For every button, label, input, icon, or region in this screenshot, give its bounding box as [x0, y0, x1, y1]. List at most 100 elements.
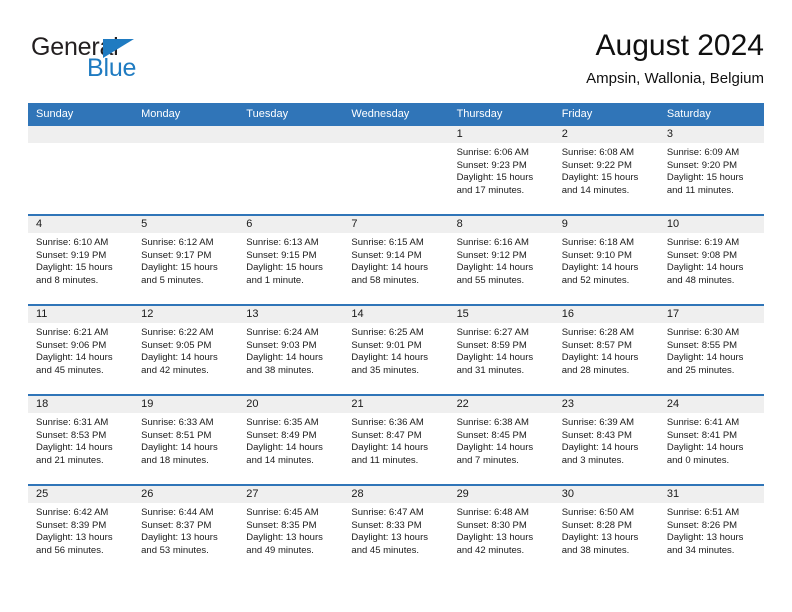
daylight-text: Daylight: 13 hours and 34 minutes.: [666, 532, 744, 556]
calendar-day-cell[interactable]: 22 Sunrise: 6:38 AM Sunset: 8:45 PM Dayligh…: [448, 394, 554, 485]
sunset-text: Sunset: 8:43 PM: [561, 429, 632, 441]
calendar-day-cell[interactable]: 23 Sunrise: 6:39 AM Sunset: 8:43 PM Dayligh…: [553, 394, 659, 485]
day-number: 31: [658, 486, 764, 503]
sunset-text: Sunset: 8:41 PM: [666, 429, 738, 441]
calendar-day-cell[interactable]: 29 Sunrise: 6:48 AM Sunset: 8:30 PM Dayligh…: [448, 484, 554, 574]
day-cell-inner: 28 Sunrise: 6:47 AM Sunset: 8:33 PM Dayligh…: [343, 486, 449, 574]
day-cell-inner: 4 Sunrise: 6:10 AM Sunset: 9:19 PM Daylight…: [28, 216, 134, 304]
day-number: 11: [28, 306, 134, 323]
brand-logo[interactable]: General Blue: [31, 34, 231, 90]
calendar-day-cell[interactable]: 10 Sunrise: 6:19 AM Sunset: 9:08 PM Dayligh…: [658, 214, 764, 305]
calendar-day-cell[interactable]: 19 Sunrise: 6:33 AM Sunset: 8:51 PM Dayligh…: [133, 394, 239, 485]
calendar-day-cell[interactable]: 5 Sunrise: 6:12 AM Sunset: 9:17 PM Daylight…: [133, 214, 239, 305]
calendar-day-cell[interactable]: 2 Sunrise: 6:08 AM Sunset: 9:22 PM Daylight…: [553, 126, 659, 215]
day-number: 23: [553, 396, 659, 413]
weekday-header-monday: Monday: [133, 103, 239, 126]
calendar-day-cell[interactable]: 27 Sunrise: 6:45 AM Sunset: 8:35 PM Dayligh…: [238, 484, 344, 574]
sunrise-text: Sunrise: 6:45 AM: [246, 507, 319, 518]
calendar-day-cell[interactable]: 24 Sunrise: 6:41 AM Sunset: 8:41 PM Dayligh…: [658, 394, 764, 485]
day-detail: Sunrise: 6:30 AM Sunset: 8:55 PM Daylight:…: [659, 323, 764, 377]
day-cell-inner: 13 Sunrise: 6:24 AM Sunset: 9:03 PM Dayligh…: [238, 306, 344, 394]
day-detail: Sunrise: 6:21 AM Sunset: 9:06 PM Daylight:…: [28, 323, 133, 377]
calendar-day-cell[interactable]: 30 Sunrise: 6:50 AM Sunset: 8:28 PM Dayligh…: [553, 484, 659, 574]
daylight-text: Daylight: 14 hours and 28 minutes.: [561, 352, 639, 376]
daylight-text: Daylight: 13 hours and 38 minutes.: [561, 532, 639, 556]
sunrise-text: Sunrise: 6:16 AM: [456, 237, 529, 248]
day-number: [133, 126, 239, 143]
sunrise-text: Sunrise: 6:50 AM: [561, 507, 635, 518]
calendar-day-cell[interactable]: 12 Sunrise: 6:22 AM Sunset: 9:05 PM Dayligh…: [133, 304, 239, 395]
day-detail: Sunrise: 6:09 AM Sunset: 9:20 PM Daylight:…: [659, 143, 764, 197]
calendar-day-cell[interactable]: 20 Sunrise: 6:35 AM Sunset: 8:49 PM Dayligh…: [238, 394, 344, 485]
calendar-day-cell[interactable]: 13 Sunrise: 6:24 AM Sunset: 9:03 PM Dayligh…: [238, 304, 344, 395]
page-header: General Blue August 2024 Ampsin, Walloni…: [28, 28, 764, 100]
page-subtitle: Ampsin, Wallonia, Belgium: [586, 70, 764, 87]
calendar-day-cell[interactable]: 18 Sunrise: 6:31 AM Sunset: 8:53 PM Dayligh…: [28, 394, 134, 485]
sunset-text: Sunset: 9:12 PM: [456, 249, 527, 261]
day-number: 27: [238, 486, 344, 503]
day-detail: Sunrise: 6:08 AM Sunset: 9:22 PM Daylight:…: [554, 143, 659, 197]
weekday-header-saturday: Saturday: [658, 103, 764, 126]
sunrise-text: Sunrise: 6:39 AM: [561, 417, 635, 428]
sunrise-text: Sunrise: 6:12 AM: [141, 237, 214, 248]
sunset-text: Sunset: 8:35 PM: [246, 519, 317, 531]
sunset-text: Sunset: 9:03 PM: [246, 339, 317, 351]
day-cell-inner: 30 Sunrise: 6:50 AM Sunset: 8:28 PM Dayligh…: [553, 486, 659, 574]
day-number: 5: [133, 216, 239, 233]
day-cell-inner: 6 Sunrise: 6:13 AM Sunset: 9:15 PM Daylight…: [238, 216, 344, 304]
sunset-text: Sunset: 8:57 PM: [561, 339, 632, 351]
sunset-text: Sunset: 8:28 PM: [561, 519, 632, 531]
sunrise-text: Sunrise: 6:38 AM: [456, 417, 529, 428]
weekday-header-thursday: Thursday: [448, 103, 554, 126]
day-cell-inner: [133, 126, 239, 214]
sunrise-text: Sunrise: 6:28 AM: [561, 327, 635, 338]
daylight-text: Daylight: 14 hours and 35 minutes.: [351, 352, 428, 376]
sunset-text: Sunset: 8:55 PM: [666, 339, 738, 351]
day-cell-inner: 24 Sunrise: 6:41 AM Sunset: 8:41 PM Dayligh…: [658, 396, 764, 484]
calendar-page: General Blue August 2024 Ampsin, Walloni…: [0, 0, 792, 612]
calendar-week-row: 11 Sunrise: 6:21 AM Sunset: 9:06 PM Dayligh…: [28, 304, 764, 395]
calendar-day-cell[interactable]: 1 Sunrise: 6:06 AM Sunset: 9:23 PM Daylight…: [448, 126, 554, 215]
calendar-day-cell[interactable]: 7 Sunrise: 6:15 AM Sunset: 9:14 PM Daylight…: [343, 214, 449, 305]
daylight-text: Daylight: 14 hours and 0 minutes.: [666, 442, 744, 466]
daylight-text: Daylight: 14 hours and 31 minutes.: [456, 352, 534, 376]
calendar-day-cell[interactable]: 6 Sunrise: 6:13 AM Sunset: 9:15 PM Daylight…: [238, 214, 344, 305]
daylight-text: Daylight: 15 hours and 17 minutes.: [456, 172, 534, 196]
daylight-text: Daylight: 14 hours and 14 minutes.: [246, 442, 323, 466]
calendar-day-cell[interactable]: 31 Sunrise: 6:51 AM Sunset: 8:26 PM Dayligh…: [658, 484, 764, 574]
calendar-day-cell[interactable]: 3 Sunrise: 6:09 AM Sunset: 9:20 PM Daylight…: [658, 126, 764, 215]
calendar-day-cell-empty: [133, 126, 239, 215]
day-number: 19: [133, 396, 239, 413]
day-number: 17: [658, 306, 764, 323]
day-cell-inner: 31 Sunrise: 6:51 AM Sunset: 8:26 PM Dayligh…: [658, 486, 764, 574]
calendar-day-cell[interactable]: 9 Sunrise: 6:18 AM Sunset: 9:10 PM Daylight…: [553, 214, 659, 305]
sunset-text: Sunset: 9:19 PM: [36, 249, 107, 261]
day-cell-inner: 29 Sunrise: 6:48 AM Sunset: 8:30 PM Dayligh…: [448, 486, 554, 574]
sunset-text: Sunset: 8:37 PM: [141, 519, 212, 531]
day-detail: Sunrise: 6:35 AM Sunset: 8:49 PM Daylight:…: [238, 413, 343, 467]
sunset-text: Sunset: 8:33 PM: [351, 519, 422, 531]
calendar-day-cell[interactable]: 17 Sunrise: 6:30 AM Sunset: 8:55 PM Dayligh…: [658, 304, 764, 395]
calendar-header-row: Sunday Monday Tuesday Wednesday Thursday Frid…: [28, 103, 764, 126]
day-cell-inner: 23 Sunrise: 6:39 AM Sunset: 8:43 PM Dayligh…: [553, 396, 659, 484]
calendar-day-cell[interactable]: 21 Sunrise: 6:36 AM Sunset: 8:47 PM Dayligh…: [343, 394, 449, 485]
daylight-text: Daylight: 14 hours and 55 minutes.: [456, 262, 534, 286]
calendar-day-cell[interactable]: 28 Sunrise: 6:47 AM Sunset: 8:33 PM Dayligh…: [343, 484, 449, 574]
calendar-day-cell[interactable]: 8 Sunrise: 6:16 AM Sunset: 9:12 PM Daylight…: [448, 214, 554, 305]
day-detail: Sunrise: 6:51 AM Sunset: 8:26 PM Daylight:…: [659, 503, 764, 557]
calendar-day-cell[interactable]: 25 Sunrise: 6:42 AM Sunset: 8:39 PM Dayligh…: [28, 484, 134, 574]
calendar-day-cell[interactable]: 14 Sunrise: 6:25 AM Sunset: 9:01 PM Dayligh…: [343, 304, 449, 395]
day-number: 16: [553, 306, 659, 323]
calendar-day-cell[interactable]: 11 Sunrise: 6:21 AM Sunset: 9:06 PM Dayligh…: [28, 304, 134, 395]
day-cell-inner: 21 Sunrise: 6:36 AM Sunset: 8:47 PM Dayligh…: [343, 396, 449, 484]
calendar-day-cell[interactable]: 4 Sunrise: 6:10 AM Sunset: 9:19 PM Daylight…: [28, 214, 134, 305]
day-number: 28: [343, 486, 449, 503]
sunrise-text: Sunrise: 6:33 AM: [141, 417, 214, 428]
day-number: 14: [343, 306, 449, 323]
calendar-day-cell[interactable]: 16 Sunrise: 6:28 AM Sunset: 8:57 PM Dayligh…: [553, 304, 659, 395]
calendar-day-cell[interactable]: 15 Sunrise: 6:27 AM Sunset: 8:59 PM Dayligh…: [448, 304, 554, 395]
calendar-day-cell[interactable]: 26 Sunrise: 6:44 AM Sunset: 8:37 PM Dayligh…: [133, 484, 239, 574]
day-number: 18: [28, 396, 134, 413]
sunset-text: Sunset: 8:30 PM: [456, 519, 527, 531]
day-number: 7: [343, 216, 449, 233]
